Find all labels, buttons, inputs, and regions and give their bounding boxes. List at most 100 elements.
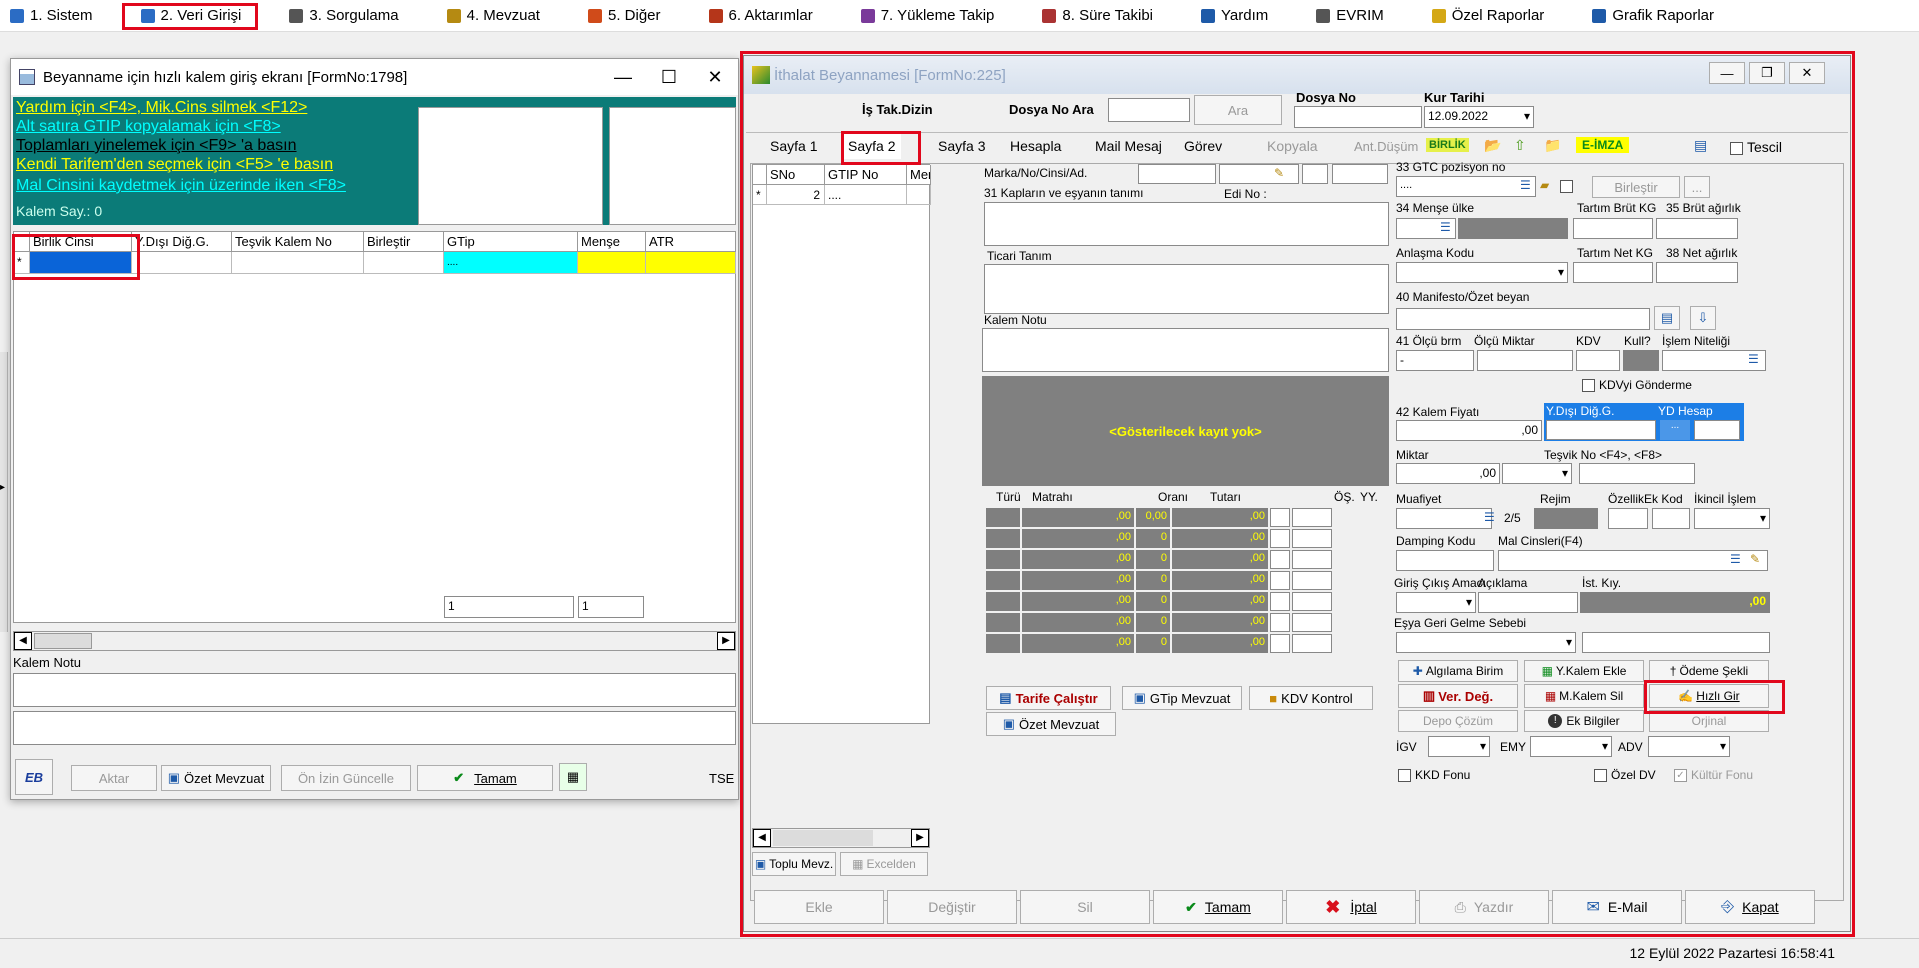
gtc-checkbox[interactable] [1560,180,1573,193]
emy-dropdown[interactable] [1530,736,1612,757]
tax-os-cell[interactable] [1270,592,1290,611]
column-header[interactable]: GTip [444,232,578,252]
tescil-checkbox[interactable]: Tescil [1730,139,1782,155]
grid-horizontal-scrollbar[interactable]: ◀ ▶ [13,631,736,651]
ek-bilgiler-button[interactable]: ! Ek Bilgiler [1524,710,1644,732]
kalem-notu-field[interactable] [13,673,736,707]
igv-dropdown[interactable] [1428,736,1490,757]
hizli-gir-button[interactable]: ✍ Hızlı Gir [1649,684,1769,708]
column-header[interactable]: Birleştir [364,232,444,252]
column-header[interactable]: Menşe [907,165,931,185]
column-header[interactable]: Birlik Cinsi [30,232,132,252]
list-icon[interactable]: ☰ [1484,510,1495,524]
column-header[interactable]: Teşvik Kalem No [232,232,364,252]
gtip-mevzuat-button[interactable]: ▣ GTip Mevzuat [1122,686,1242,710]
marka-field-2[interactable] [1219,164,1299,184]
tamam-button[interactable]: ✔ Tamam [417,765,553,791]
tarife-calistir-button[interactable]: ▤ Tarife Çalıştır [986,686,1111,710]
kkd-fonu-checkbox[interactable]: KKD Fonu [1398,768,1470,783]
tab-gorev[interactable]: Görev [1178,133,1228,159]
menu-aktarımlar[interactable]: 6. Aktarımlar [703,3,819,29]
orjinal-button[interactable]: Orjinal [1649,710,1769,732]
menu-evrim[interactable]: EVRIM [1310,3,1390,29]
mense-cell[interactable] [578,252,646,274]
scroll-thumb[interactable] [773,830,873,846]
tax-os-cell[interactable] [1270,508,1290,527]
aktar-button[interactable]: Aktar [71,765,157,791]
tab-kopyala[interactable]: Kopyala [1261,133,1324,159]
tartim-net-field[interactable] [1573,262,1653,283]
menu-veri-girişi[interactable]: 2. Veri Girişi [135,3,248,29]
depo-cozum-button[interactable]: Depo Çözüm [1398,710,1518,732]
scroll-right-icon[interactable]: ▶ [911,829,929,847]
birlik-cinsi-cell[interactable] [30,252,132,274]
muafiyet-field[interactable] [1396,508,1492,529]
aciklama-field[interactable] [1478,592,1578,613]
toplu-mevz-button[interactable]: ▣ Toplu Mevz. [752,852,836,876]
sno-cell[interactable]: 2 [767,185,825,205]
close-button[interactable]: ✕ [692,59,738,95]
email-button[interactable]: ✉ E-Mail [1552,890,1682,924]
menu-sistem[interactable]: 1. Sistem [4,3,99,29]
column-header[interactable]: ATR [646,232,736,252]
manifesto-lookup-icon[interactable]: ▤ [1654,306,1680,330]
column-header[interactable]: Y.Dışı Diğ.G. [132,232,232,252]
excelden-button[interactable]: ▦ Excelden [840,852,928,876]
tab-sayfa-3[interactable]: Sayfa 3 [932,133,991,159]
birlestir-cell[interactable] [364,252,444,274]
kdv-kontrol-button[interactable]: ■ KDV Kontrol [1249,686,1373,710]
tab-sayfa-1[interactable]: Sayfa 1 [764,133,823,159]
manifesto-import-icon[interactable]: ⇩ [1690,306,1716,330]
column-header[interactable]: Menşe [578,232,646,252]
marka-field-4[interactable] [1332,164,1388,184]
column-header[interactable]: GTIP No [825,165,907,185]
scroll-left-icon[interactable]: ◀ [753,829,771,847]
damping-field[interactable] [1396,550,1494,571]
esya-geri-field[interactable] [1582,632,1770,653]
sil-button[interactable]: Sil [1020,890,1150,924]
tax-yy-cell[interactable] [1292,508,1332,527]
menu-özel-raporlar[interactable]: Özel Raporlar [1426,3,1551,29]
y-kalem-ekle-button[interactable]: ▦ Y.Kalem Ekle [1524,660,1644,682]
yd-hesap-ellipsis-button[interactable]: ... [1660,420,1690,440]
net-agirlik-field[interactable] [1656,262,1738,283]
minimize-button[interactable]: — [600,59,646,95]
ozet-mevzuat-button[interactable]: ▣ Özet Mevzuat [986,712,1116,736]
tax-os-cell[interactable] [1270,529,1290,548]
maximize-button[interactable]: ☐ [646,59,692,95]
ara-button[interactable]: Ara [1194,95,1282,125]
yd-hesap-field[interactable] [1694,420,1740,440]
ydisi-cell[interactable] [132,252,232,274]
eb-logo-icon[interactable]: EB [15,759,53,795]
tamam-button[interactable]: ✔ Tamam [1153,890,1283,924]
scroll-left-icon[interactable]: ◀ [14,632,32,650]
folder-icon[interactable]: 📁 [1544,137,1561,154]
kalem-notu-field-2[interactable] [13,711,736,745]
menu-mevzuat[interactable]: 4. Mevzuat [441,3,546,29]
scroll-right-icon[interactable]: ▶ [717,632,735,650]
olcu-brm-field[interactable]: - [1396,350,1474,371]
list-icon[interactable]: ☰ [1440,220,1451,234]
edit-pencil-icon[interactable]: ✎ [1750,552,1760,566]
degistir-button[interactable]: Değiştir [887,890,1017,924]
tab-sayfa-2[interactable]: Sayfa 2 [842,133,902,159]
marka-field-3[interactable] [1302,164,1328,184]
olcu-miktar-field[interactable] [1477,350,1573,371]
folder-open-icon[interactable]: 📂 [1484,137,1501,154]
mal-cinsleri-field[interactable] [1498,550,1768,571]
tesvik-cell[interactable] [232,252,364,274]
tax-yy-cell[interactable] [1292,550,1332,569]
list-icon[interactable]: ☰ [1520,178,1531,192]
kapat-button[interactable]: ⎆ Kapat [1685,890,1815,924]
tax-os-cell[interactable] [1270,634,1290,653]
tax-yy-cell[interactable] [1292,529,1332,548]
ellipsis-button[interactable]: ... [1684,176,1710,198]
menu-süre-takibi[interactable]: 8. Süre Takibi [1036,3,1159,29]
tab-hesapla[interactable]: Hesapla [1004,133,1067,159]
on-izin-guncelle-button[interactable]: Ön İzin Güncelle [281,765,411,791]
anlasma-kodu-dropdown[interactable] [1396,262,1568,283]
tax-os-cell[interactable] [1270,571,1290,590]
ver-deg-button[interactable]: ▥ Ver. Değ. [1398,684,1518,708]
brut-agirlik-field[interactable] [1656,218,1738,239]
box-icon[interactable]: ▰ [1540,178,1549,192]
